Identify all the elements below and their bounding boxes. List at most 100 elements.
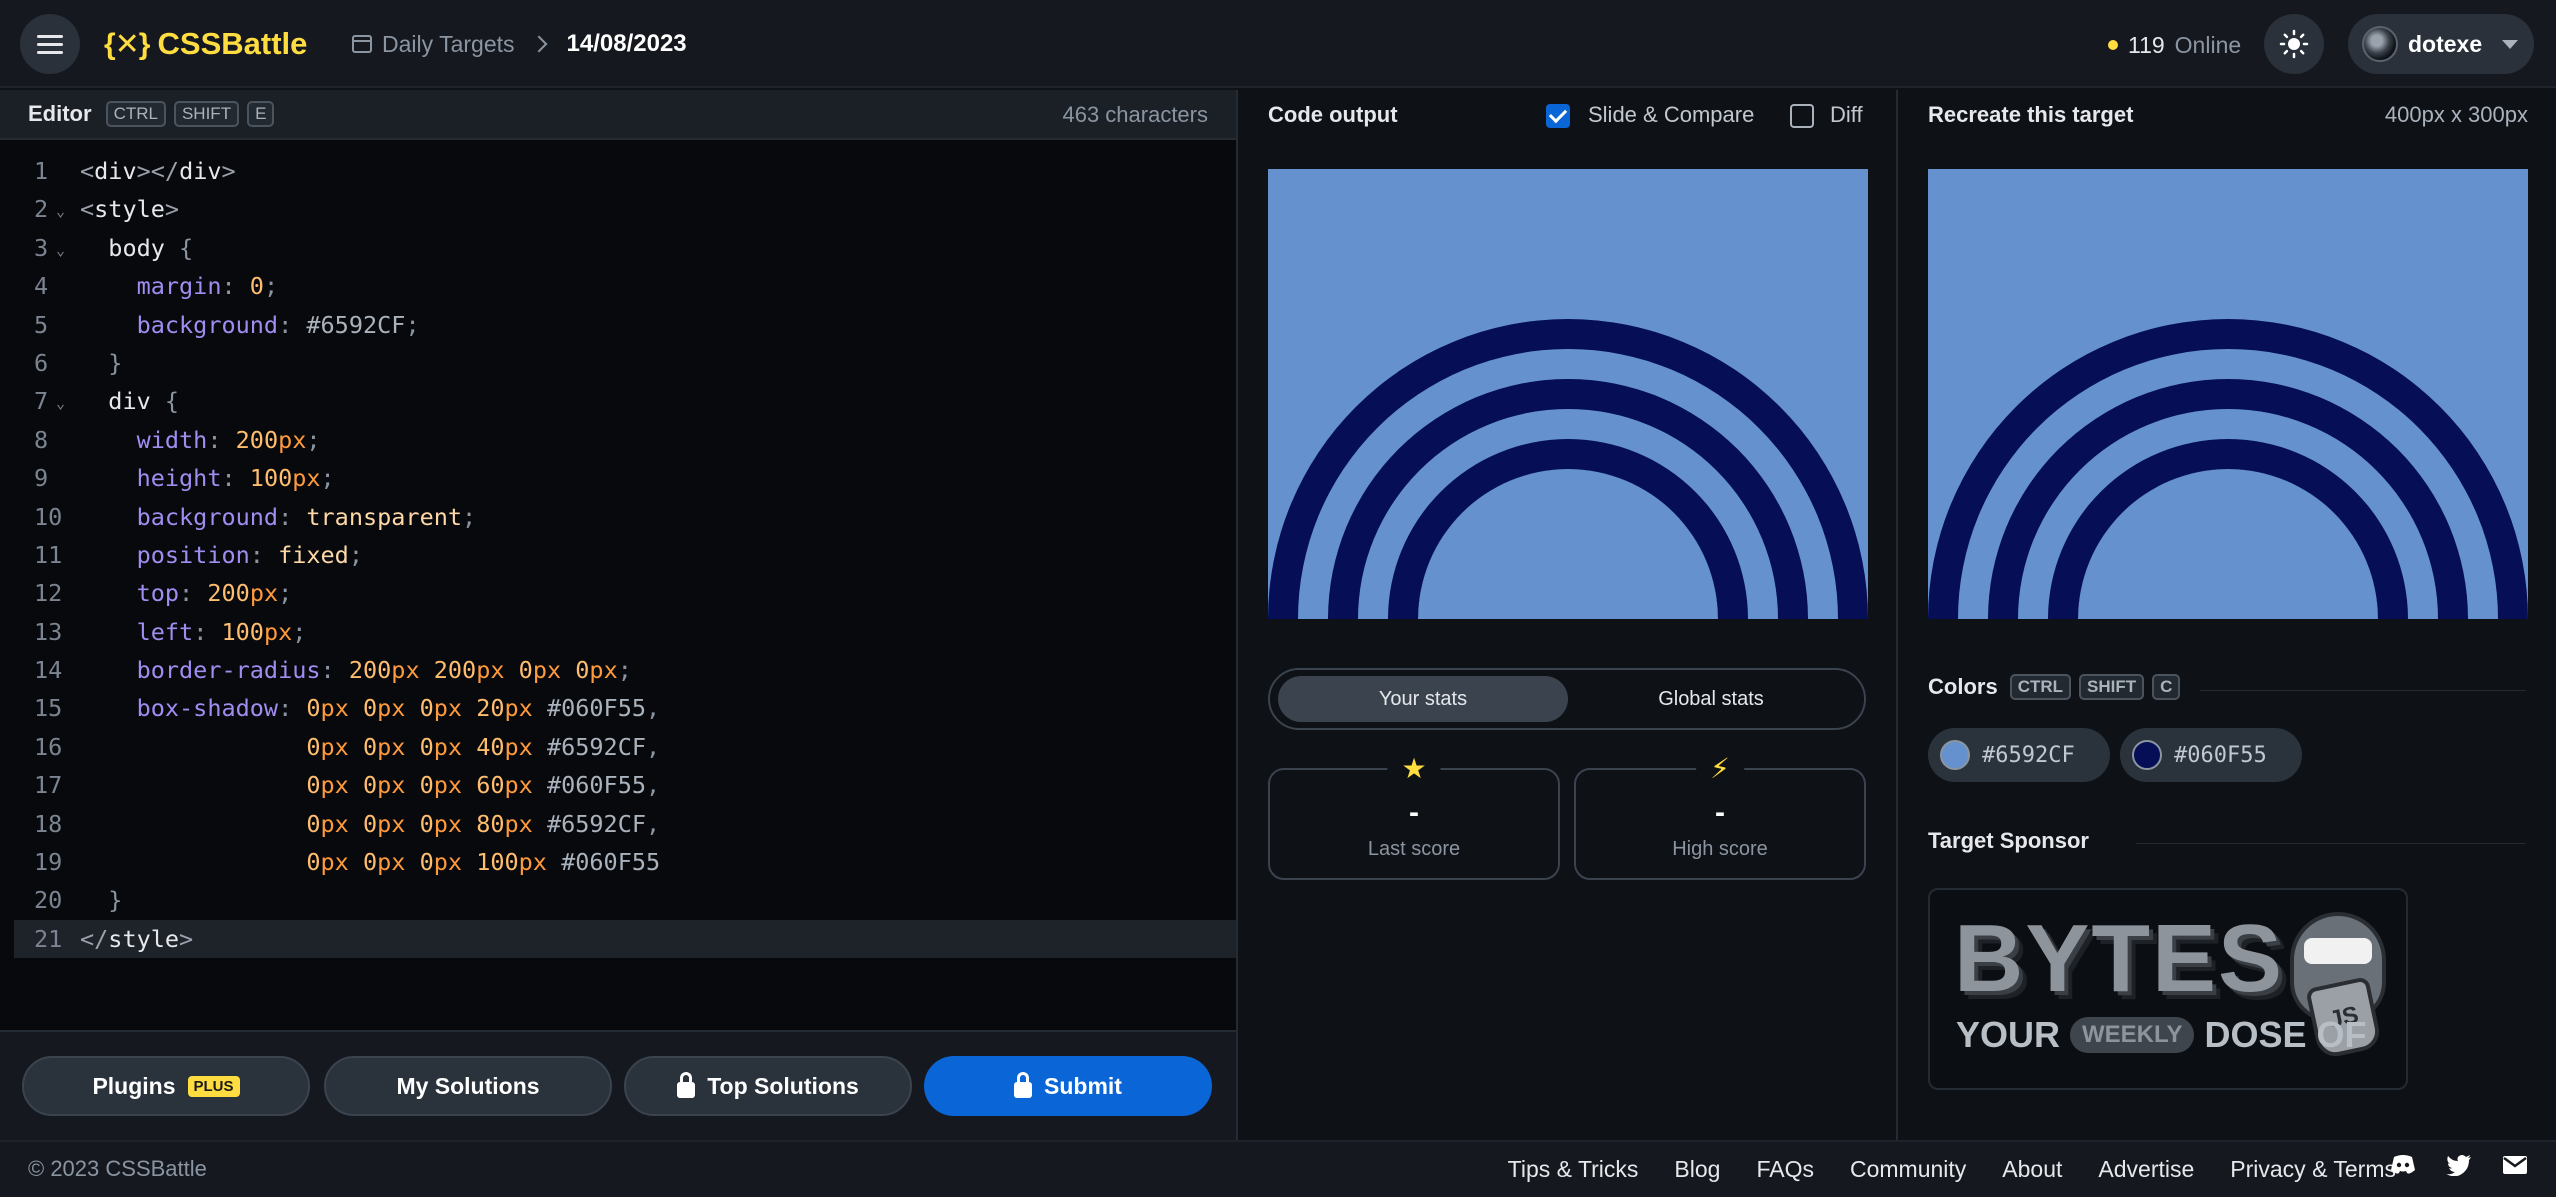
line-number: 3	[34, 233, 49, 262]
online-count: 119	[2128, 31, 2165, 58]
code-text: border-radius: 200px 200px 0px 0px;	[136, 656, 632, 685]
code-line[interactable]: 1 <div></div>	[0, 152, 1236, 190]
code-line[interactable]: 20 }	[0, 881, 1236, 919]
footer-link-blog[interactable]: Blog	[1674, 1156, 1720, 1183]
breadcrumb-daily-targets[interactable]: Daily Targets	[382, 31, 515, 58]
target-canvas[interactable]	[1928, 169, 2528, 619]
code-line-active[interactable]: 21 </style>	[14, 919, 1236, 959]
tab-your-stats[interactable]: Your stats	[1278, 676, 1568, 722]
breadcrumb: Daily Targets 14/08/2023	[352, 26, 687, 62]
line-number: 17	[34, 771, 63, 800]
sponsor-banner[interactable]: BYTES JS YOUR WEEKLY DOSE OF	[1928, 888, 2408, 1090]
last-score-card: ★ - Last score	[1268, 754, 1560, 880]
code-text: top: 200px;	[136, 579, 293, 608]
submit-button[interactable]: Submit	[924, 1056, 1212, 1116]
footer-link-advertise[interactable]: Advertise	[2098, 1156, 2194, 1183]
footer-link-about[interactable]: About	[2002, 1156, 2062, 1183]
code-line[interactable]: 15 box-shadow: 0px 0px 0px 20px #060F55,	[0, 689, 1236, 727]
code-text: 0px 0px 0px 40px #6592CF,	[306, 732, 661, 761]
code-text: background: #6592CF;	[136, 310, 420, 339]
code-text: }	[108, 348, 123, 377]
code-line[interactable]: 7 ⌄ div {	[0, 382, 1236, 420]
theme-toggle-button[interactable]	[2264, 14, 2324, 74]
color-hex: #6592CF	[1982, 742, 2075, 768]
output-title: Code output	[1268, 102, 1398, 127]
code-line[interactable]: 19 0px 0px 0px 100px #060F55	[0, 843, 1236, 881]
sponsor-your: YOUR	[1956, 1014, 2061, 1055]
code-line[interactable]: 8 width: 200px;	[0, 421, 1236, 459]
code-line[interactable]: 2 ⌄ <style>	[0, 190, 1236, 228]
line-number: 1	[34, 157, 49, 185]
code-text: }	[108, 886, 123, 915]
email-icon[interactable]	[2502, 1155, 2528, 1175]
slide-compare-label[interactable]: Slide & Compare	[1588, 102, 1754, 128]
code-line[interactable]: 12 top: 200px;	[0, 574, 1236, 612]
user-menu-button[interactable]: dotexe	[2348, 14, 2534, 74]
high-score-card: ⚡ - High score	[1574, 754, 1866, 880]
slide-compare-checkbox[interactable]	[1546, 104, 1570, 128]
logo[interactable]: {✕} CSSBattle	[104, 24, 307, 64]
color-chip[interactable]: #060F55	[2120, 728, 2302, 782]
code-line[interactable]: 17 0px 0px 0px 60px #060F55,	[0, 766, 1236, 804]
shortcut-key: E	[247, 101, 275, 127]
color-hex: #060F55	[2174, 742, 2267, 768]
code-line[interactable]: 4 margin: 0;	[0, 267, 1236, 305]
editor-actions: Plugins PLUS My Solutions Top Solutions …	[0, 1030, 1236, 1140]
diff-label[interactable]: Diff	[1830, 102, 1863, 128]
code-line[interactable]: 18 0px 0px 0px 80px #6592CF,	[0, 805, 1236, 843]
code-text: 0px 0px 0px 60px #060F55,	[306, 771, 661, 800]
plugins-button[interactable]: Plugins PLUS	[22, 1056, 310, 1116]
footer-link-faqs[interactable]: FAQs	[1756, 1156, 1814, 1183]
lightning-icon: ⚡	[1696, 754, 1744, 784]
code-line[interactable]: 9 height: 100px;	[0, 459, 1236, 497]
plugins-label: Plugins	[92, 1072, 176, 1099]
fold-chevron-icon[interactable]: ⌄	[56, 384, 65, 422]
diff-checkbox[interactable]	[1790, 104, 1814, 128]
menu-button[interactable]	[20, 14, 80, 74]
submit-label: Submit	[1044, 1072, 1122, 1099]
fold-chevron-icon[interactable]: ⌄	[56, 192, 65, 230]
code-line[interactable]: 10 background: transparent;	[0, 498, 1236, 536]
copyright: © 2023 CSSBattle	[28, 1156, 207, 1181]
code-text: body {	[108, 233, 194, 262]
twitter-icon[interactable]	[2446, 1154, 2472, 1176]
code-text: 0px 0px 0px 80px #6592CF,	[306, 809, 661, 838]
editor-title: Editor	[28, 101, 92, 126]
tab-global-stats[interactable]: Global stats	[1566, 676, 1856, 722]
calendar-icon	[352, 35, 372, 53]
fold-chevron-icon[interactable]: ⌄	[56, 231, 65, 269]
footer-link-tips[interactable]: Tips & Tricks	[1508, 1156, 1639, 1183]
code-text: margin: 0;	[136, 272, 279, 301]
colors-label: Colors	[1928, 674, 1998, 699]
chevron-right-icon	[530, 35, 548, 53]
discord-icon[interactable]	[2390, 1154, 2416, 1176]
line-number: 8	[34, 425, 49, 454]
line-number: 10	[34, 502, 63, 531]
my-solutions-button[interactable]: My Solutions	[324, 1056, 612, 1116]
code-text: background: transparent;	[136, 502, 477, 531]
code-output-canvas[interactable]	[1268, 169, 1868, 619]
code-line[interactable]: 6 }	[0, 344, 1236, 382]
code-text: box-shadow: 0px 0px 0px 20px #060F55,	[136, 694, 661, 723]
code-line[interactable]: 5 background: #6592CF;	[0, 306, 1236, 344]
color-chip[interactable]: #6592CF	[1928, 728, 2110, 782]
code-line[interactable]: 16 0px 0px 0px 40px #6592CF,	[0, 728, 1236, 766]
line-number: 16	[34, 732, 63, 761]
logo-text: CSSBattle	[157, 26, 308, 61]
footer-link-community[interactable]: Community	[1850, 1156, 1966, 1183]
caret-down-icon	[2502, 39, 2519, 49]
code-text: div {	[108, 387, 180, 416]
target-header: Recreate this target 400px x 300px	[1898, 90, 2556, 140]
line-number: 12	[34, 579, 63, 608]
top-solutions-button[interactable]: Top Solutions	[624, 1056, 912, 1116]
code-editor[interactable]: 1 <div></div> 2 ⌄ <style> 3 ⌄ body { 4 margi…	[0, 140, 1236, 1030]
code-line[interactable]: 13 left: 100px;	[0, 613, 1236, 651]
line-number: 6	[34, 348, 49, 377]
code-line[interactable]: 11 position: fixed;	[0, 536, 1236, 574]
code-line[interactable]: 14 border-radius: 200px 200px 0px 0px;	[0, 651, 1236, 689]
footer-link-privacy[interactable]: Privacy & Terms	[2230, 1156, 2396, 1183]
username: dotexe	[2408, 30, 2483, 57]
sponsor-heading: Target Sponsor	[1928, 828, 2089, 853]
code-line[interactable]: 3 ⌄ body {	[0, 229, 1236, 267]
footer-links: Tips & Tricks Blog FAQs Community About …	[1508, 1156, 2396, 1183]
